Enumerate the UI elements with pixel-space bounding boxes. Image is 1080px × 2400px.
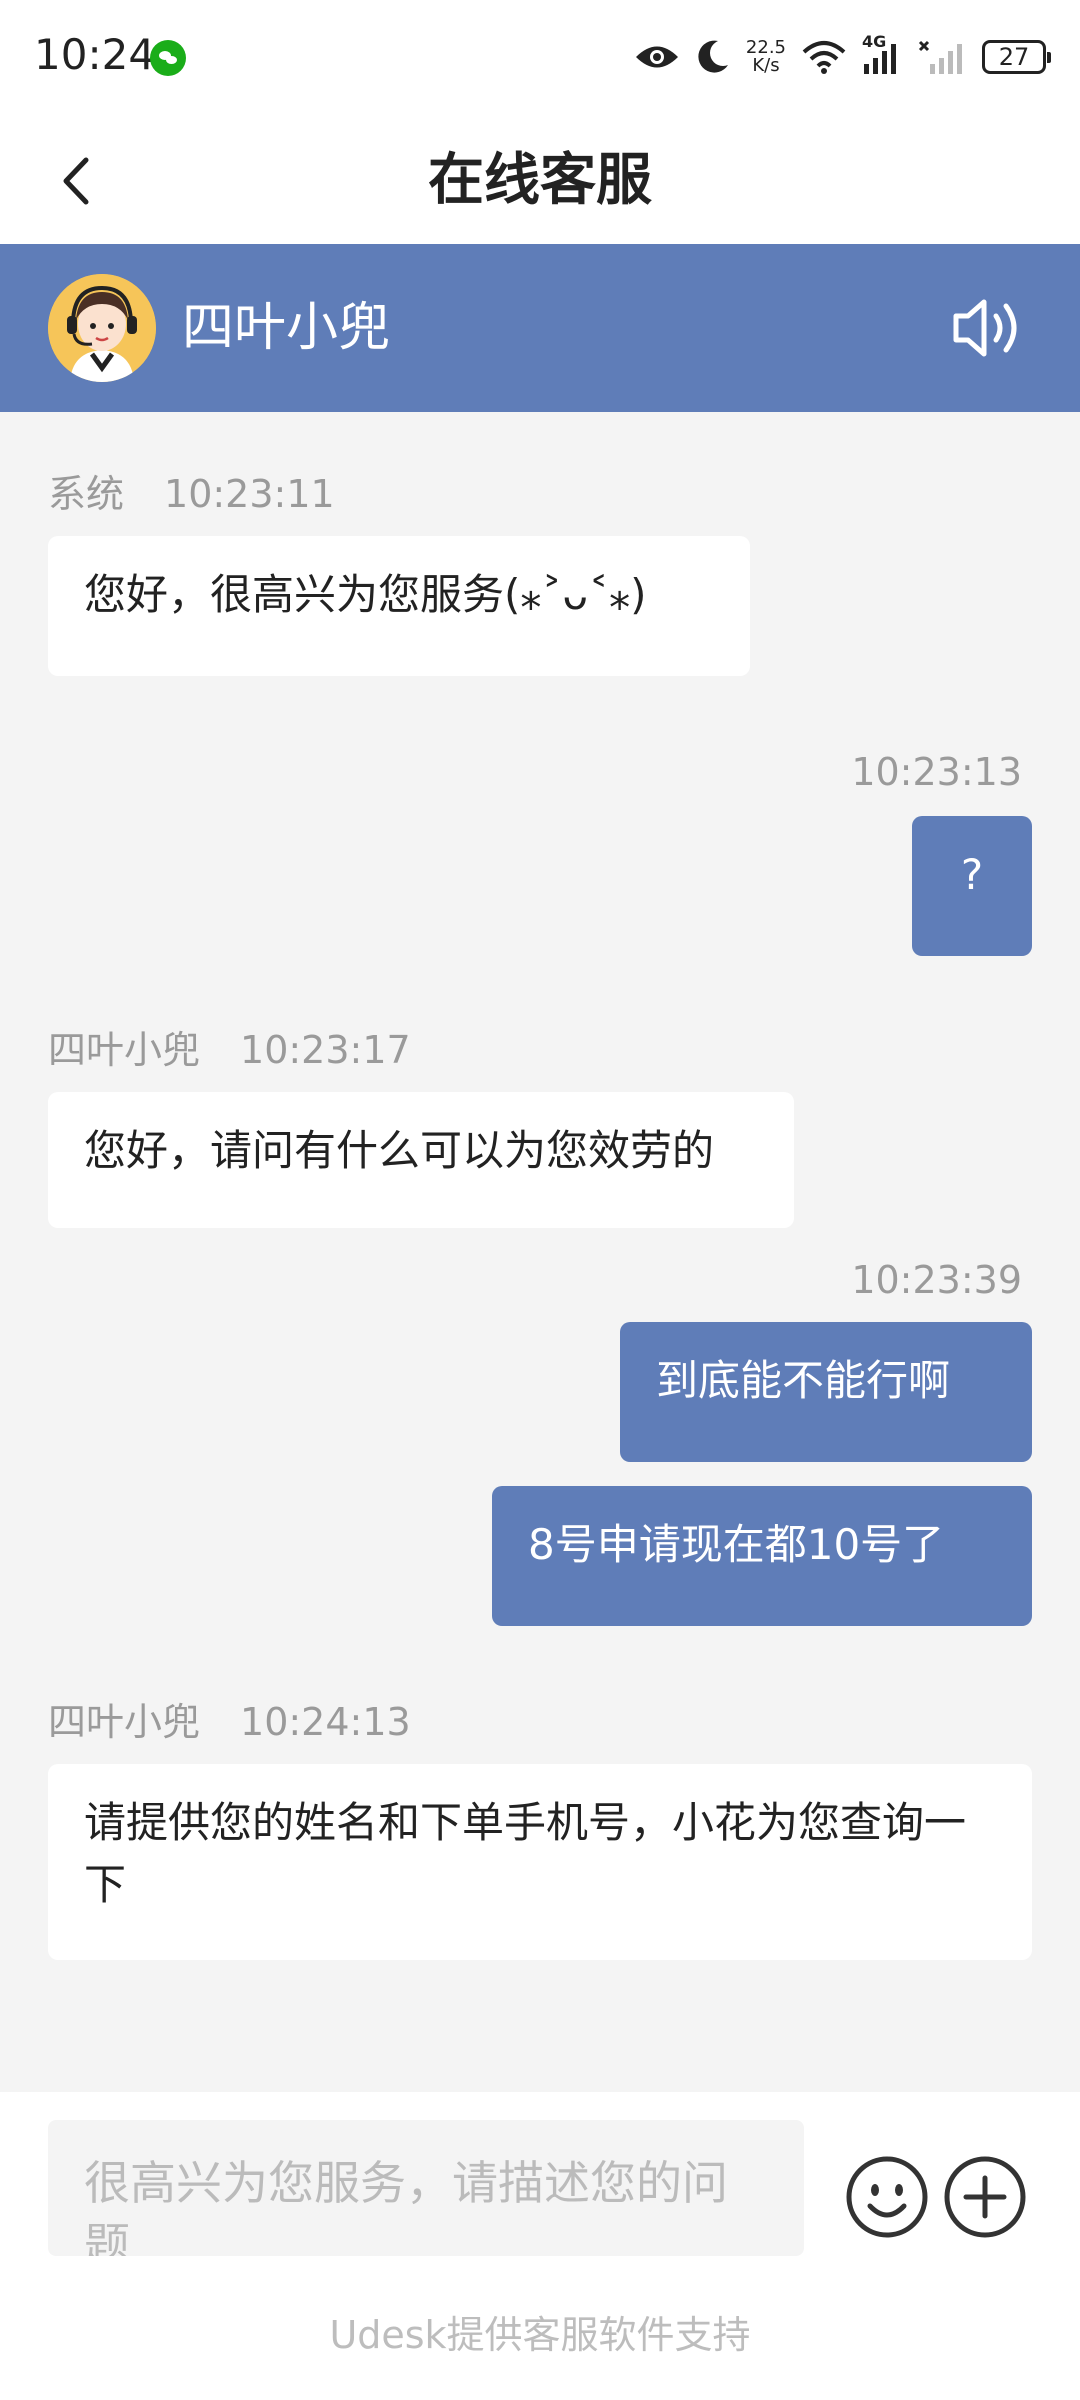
message-time: 10:23:17 — [240, 1028, 411, 1072]
message-meta: 系统 10:23:11 — [48, 470, 335, 518]
emoji-icon — [846, 2156, 928, 2238]
battery-level: 27 — [998, 43, 1030, 71]
status-time: 10:24 — [34, 30, 156, 79]
message-time: 10:23:39 — [851, 1258, 1022, 1302]
message-time: 10:23:13 — [851, 750, 1022, 794]
footer-note: Udesk提供客服软件支持 — [329, 2313, 751, 2357]
chat-area[interactable]: 系统 10:23:11 您好，很高兴为您服务(⁎˃ᴗ˂⁎) 10:23:13 ? … — [0, 412, 1080, 2092]
message-sender: 四叶小兜 — [48, 1700, 201, 1744]
moon-icon — [698, 40, 728, 73]
message-bubble-outgoing: 到底能不能行啊 — [620, 1322, 1032, 1462]
speaker-button[interactable] — [950, 292, 1030, 364]
message-meta: 四叶小兜 10:23:17 — [48, 1026, 411, 1074]
message-text: 您好，很高兴为您服务(⁎˃ᴗ˂⁎) — [84, 570, 647, 619]
title-bar: 在线客服 — [0, 118, 1080, 244]
battery-icon: 27 — [982, 40, 1051, 74]
message-text: 到底能不能行啊 — [656, 1356, 951, 1405]
plus-icon — [944, 2156, 1026, 2238]
status-bar: 10:24 22.5 K/s 4G 27 — [0, 0, 1080, 118]
message-text: 请提供您的姓名和下单手机号，小花为您查询一下 — [84, 1798, 967, 1909]
customer-service-agent-avatar-icon — [48, 274, 156, 382]
message-sender: 系统 — [48, 472, 125, 516]
message-bubble-outgoing: ? — [912, 816, 1032, 956]
plus-button[interactable] — [942, 2154, 1028, 2240]
message-sender: 四叶小兜 — [48, 1028, 201, 1072]
message-meta: 10:23:13 — [851, 748, 1022, 796]
agent-avatar — [48, 274, 156, 382]
message-bubble-incoming: 您好，很高兴为您服务(⁎˃ᴗ˂⁎) — [48, 536, 750, 676]
net-speed: 22.5 K/s — [746, 39, 786, 75]
message-time: 10:23:11 — [164, 472, 335, 516]
message-meta: 10:23:39 — [851, 1256, 1022, 1304]
message-text: ? — [960, 850, 984, 899]
agent-bar: 四叶小兜 — [0, 244, 1080, 412]
wechat-icon — [150, 40, 186, 76]
signal-4g-icon: 4G — [862, 32, 902, 74]
signal-no-service-icon — [918, 40, 962, 74]
status-icons: 22.5 K/s 4G 27 — [634, 32, 1051, 82]
eye-icon — [635, 46, 678, 68]
speaker-icon — [953, 299, 1017, 357]
message-text: 您好，请问有什么可以为您效劳的 — [84, 1126, 715, 1175]
message-text: 8号申请现在都10号了 — [528, 1520, 945, 1569]
message-input-placeholder: 很高兴为您服务，请描述您的问题 — [84, 2156, 728, 2256]
message-meta: 四叶小兜 10:24:13 — [48, 1698, 411, 1746]
network-type: 4G — [862, 32, 887, 51]
net-speed-unit: K/s — [752, 55, 780, 76]
message-bubble-outgoing: 8号申请现在都10号了 — [492, 1486, 1032, 1626]
input-bar: 很高兴为您服务，请描述您的问题 Udesk提供客服软件支持 — [0, 2092, 1080, 2400]
message-bubble-incoming: 您好，请问有什么可以为您效劳的 — [48, 1092, 794, 1228]
page-title: 在线客服 — [428, 148, 652, 213]
message-bubble-incoming: 请提供您的姓名和下单手机号，小花为您查询一下 — [48, 1764, 1032, 1960]
message-input[interactable]: 很高兴为您服务，请描述您的问题 — [48, 2120, 804, 2256]
message-time: 10:24:13 — [240, 1700, 411, 1744]
agent-name: 四叶小兜 — [182, 298, 391, 358]
emoji-button[interactable] — [844, 2154, 930, 2240]
wifi-icon — [802, 41, 846, 74]
